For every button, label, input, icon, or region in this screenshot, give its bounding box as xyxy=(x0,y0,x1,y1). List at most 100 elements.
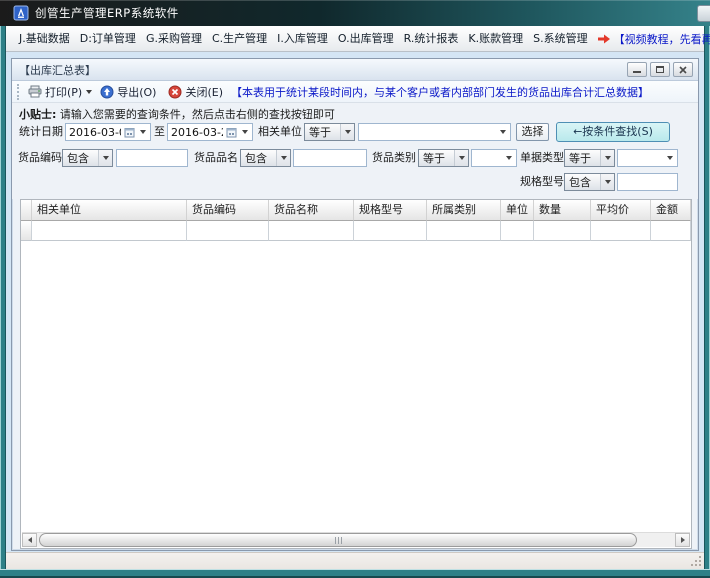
menu-item-orders[interactable]: D:订单管理 xyxy=(75,26,141,51)
child-restore-button[interactable] xyxy=(650,62,670,77)
menu-item-base-data[interactable]: J.基础数据 xyxy=(14,26,75,51)
toolbar: 打印(P) 导出(O) 关闭(E) 【本表用于统计某段时间内，与某个客户或者内部… xyxy=(12,81,698,103)
date-from-input[interactable] xyxy=(66,126,124,139)
column-header-avg-price[interactable]: 平均价 xyxy=(591,200,651,221)
date-to-input[interactable] xyxy=(168,126,226,139)
date-to-field[interactable] xyxy=(167,123,253,141)
menubar: J.基础数据 D:订单管理 G.采购管理 C.生产管理 I.入库管理 O.出库管… xyxy=(6,26,704,52)
related-unit-label: 相关单位 xyxy=(258,123,302,141)
date-to-dropdown[interactable] xyxy=(238,124,252,140)
menu-item-inbound[interactable]: I.入库管理 xyxy=(272,26,333,51)
chevron-down-icon[interactable] xyxy=(340,124,354,140)
item-code-op-combo[interactable]: 包含 xyxy=(62,149,113,167)
column-header-unit[interactable]: 单位 xyxy=(501,200,534,221)
child-window-controls xyxy=(627,62,693,77)
doc-type-input[interactable] xyxy=(618,152,663,165)
child-window-outbound-summary: 【出库汇总表】 打印(P) 导出 xyxy=(11,58,699,551)
print-button[interactable]: 打印(P) xyxy=(26,84,84,100)
mdi-area: 【出库汇总表】 打印(P) 导出 xyxy=(6,52,704,552)
close-report-button[interactable]: 关闭(E) xyxy=(166,84,225,100)
spec-field[interactable] xyxy=(617,173,678,191)
export-icon xyxy=(100,85,114,99)
column-header-amount[interactable]: 金额 xyxy=(651,200,691,221)
export-label: 导出(O) xyxy=(117,84,156,100)
thumb-grip xyxy=(335,537,336,544)
menu-item-outbound[interactable]: O.出库管理 xyxy=(333,26,399,51)
export-button[interactable]: 导出(O) xyxy=(98,84,158,100)
query-form: 小贴士: 请输入您需要的查询条件，然后点击右侧的查找按钮即可 统计日期 至 xyxy=(12,103,698,199)
doc-type-combo[interactable] xyxy=(617,149,678,167)
child-titlebar[interactable]: 【出库汇总表】 xyxy=(12,59,698,81)
row-selector-cell[interactable] xyxy=(21,221,32,241)
minimize-icon xyxy=(633,71,641,73)
chevron-down-icon[interactable] xyxy=(496,124,510,140)
titlebar[interactable]: 创管生产管理ERP系统软件 xyxy=(0,0,710,26)
chevron-down-icon[interactable] xyxy=(276,150,290,166)
date-from-field[interactable] xyxy=(65,123,151,141)
menu-item-accounts[interactable]: K.账款管理 xyxy=(463,26,528,51)
chevron-down-icon[interactable] xyxy=(454,150,468,166)
to-label: 至 xyxy=(154,123,165,141)
menu-item-purchasing[interactable]: G.采购管理 xyxy=(141,26,207,51)
search-button[interactable]: ←按条件查找(S) xyxy=(556,122,670,142)
column-header-item-code[interactable]: 货品编码 xyxy=(187,200,269,221)
video-tutorial-link[interactable]: 【视频教程，先看再用】 xyxy=(614,31,710,47)
scrollbar-thumb[interactable] xyxy=(39,533,637,547)
toolbar-grip[interactable] xyxy=(17,84,20,100)
chevron-down-icon[interactable] xyxy=(600,174,614,190)
item-code-input[interactable] xyxy=(117,152,187,165)
results-table: 相关单位 货品编码 货品名称 规格型号 所属类别 单位 数量 平均价 金额 xyxy=(20,199,692,549)
column-header-related-unit[interactable]: 相关单位 xyxy=(32,200,187,221)
column-header-quantity[interactable]: 数量 xyxy=(534,200,591,221)
item-category-input[interactable] xyxy=(472,152,502,165)
table-row[interactable] xyxy=(21,221,691,241)
horizontal-scrollbar[interactable] xyxy=(22,532,690,547)
column-header-item-name[interactable]: 货品名称 xyxy=(269,200,354,221)
select-button[interactable]: 选择 xyxy=(516,123,549,141)
chevron-down-icon[interactable] xyxy=(600,150,614,166)
table-header-row: 相关单位 货品编码 货品名称 规格型号 所属类别 单位 数量 平均价 金额 xyxy=(21,200,691,221)
close-icon xyxy=(679,66,687,74)
item-name-input[interactable] xyxy=(294,152,366,165)
item-category-label: 货品类别 xyxy=(372,149,416,167)
window-border-left xyxy=(0,0,6,578)
spec-input[interactable] xyxy=(618,176,677,189)
resize-grip[interactable] xyxy=(690,555,702,567)
chevron-down-icon[interactable] xyxy=(502,150,516,166)
chevron-down-icon[interactable] xyxy=(98,150,112,166)
doc-type-op-combo[interactable]: 等于 xyxy=(564,149,615,167)
chevron-down-icon[interactable] xyxy=(663,150,677,166)
menu-item-system[interactable]: S.系统管理 xyxy=(528,26,592,51)
calendar-icon[interactable] xyxy=(124,127,135,138)
print-dropdown-arrow[interactable] xyxy=(86,90,92,94)
child-minimize-button[interactable] xyxy=(627,62,647,77)
item-name-op-value: 包含 xyxy=(245,150,267,166)
item-code-field[interactable] xyxy=(116,149,188,167)
date-from-dropdown[interactable] xyxy=(136,124,150,140)
child-close-button[interactable] xyxy=(673,62,693,77)
item-category-op-combo[interactable]: 等于 xyxy=(418,149,469,167)
related-unit-input[interactable] xyxy=(359,126,496,139)
spec-op-combo[interactable]: 包含 xyxy=(564,173,615,191)
calendar-icon[interactable] xyxy=(226,127,237,138)
app-icon xyxy=(13,5,29,21)
item-category-combo[interactable] xyxy=(471,149,517,167)
tip-label: 小贴士: xyxy=(19,108,56,121)
red-arrow-icon xyxy=(597,33,611,45)
menu-item-production[interactable]: C.生产管理 xyxy=(207,26,272,51)
item-name-field[interactable] xyxy=(293,149,367,167)
minimize-button[interactable] xyxy=(697,5,710,22)
row-selector-header[interactable] xyxy=(21,200,32,221)
print-label: 打印(P) xyxy=(45,84,82,100)
column-header-category[interactable]: 所属类别 xyxy=(427,200,501,221)
table-cell xyxy=(591,221,651,241)
related-unit-combo[interactable] xyxy=(358,123,511,141)
column-header-spec[interactable]: 规格型号 xyxy=(354,200,427,221)
arrow-left-icon xyxy=(28,537,32,543)
printer-icon xyxy=(28,85,42,98)
scroll-right-button[interactable] xyxy=(675,533,690,547)
item-name-op-combo[interactable]: 包含 xyxy=(240,149,291,167)
related-unit-op-combo[interactable]: 等于 xyxy=(304,123,355,141)
scroll-left-button[interactable] xyxy=(22,533,37,547)
menu-item-reports[interactable]: R.统计报表 xyxy=(399,26,464,51)
